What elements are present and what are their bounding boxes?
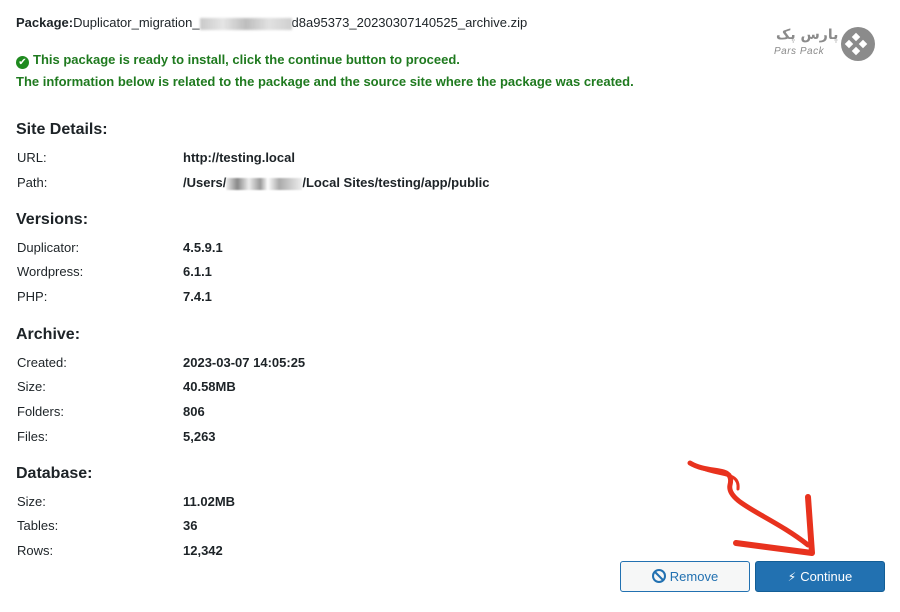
versions-title: Versions: bbox=[16, 211, 89, 228]
redacted-text bbox=[226, 177, 303, 190]
continue-button[interactable]: ⚡ Continue bbox=[755, 561, 885, 592]
remove-button-label: Remove bbox=[669, 569, 719, 584]
path-start: /Users/ bbox=[183, 175, 227, 190]
redacted-text bbox=[199, 17, 292, 30]
url-value: http://testing.local bbox=[183, 150, 295, 165]
ready-message-text: This package is ready to install, click … bbox=[33, 52, 460, 67]
archive-label: Size: bbox=[17, 379, 46, 394]
database-label: Tables: bbox=[17, 518, 59, 533]
package-line: Package:Duplicator_migration_ d8a95373_20… bbox=[16, 15, 527, 30]
archive-value: 2023-03-07 14:05:25 bbox=[183, 355, 306, 370]
path-end: /Local Sites/testing/app/public bbox=[302, 175, 490, 190]
database-value: 36 bbox=[183, 518, 198, 533]
red-arrow-icon bbox=[687, 460, 815, 556]
package-name-end: d8a95373_20230307140525_archive.zip bbox=[291, 15, 528, 30]
archive-label: Files: bbox=[17, 429, 49, 444]
database-label: Size: bbox=[17, 494, 46, 509]
info-message: The information below is related to the … bbox=[16, 74, 634, 89]
logo-text-en: Pars Pack bbox=[774, 46, 825, 57]
archive-value: 5,263 bbox=[183, 429, 216, 444]
archive-value: 806 bbox=[183, 404, 205, 419]
database-value: 11.02MB bbox=[183, 494, 236, 509]
version-value: 6.1.1 bbox=[183, 264, 212, 279]
site-details-title: Site Details: bbox=[16, 121, 108, 138]
logo-mark-icon bbox=[841, 27, 875, 61]
version-label: Duplicator: bbox=[17, 240, 80, 255]
version-value: 7.4.1 bbox=[183, 289, 212, 304]
url-label: URL: bbox=[17, 150, 47, 165]
package-label: Package: bbox=[16, 15, 74, 30]
path-label: Path: bbox=[17, 175, 48, 190]
ban-icon bbox=[651, 569, 666, 583]
database-value: 12,342 bbox=[183, 543, 223, 558]
archive-label: Created: bbox=[17, 355, 67, 370]
bolt-icon: ⚡ bbox=[787, 570, 797, 584]
ready-message: ✔ This package is ready to install, click… bbox=[16, 52, 460, 69]
archive-value: 40.58MB bbox=[183, 379, 236, 394]
archive-label: Folders: bbox=[17, 404, 64, 419]
archive-title: Archive: bbox=[16, 326, 81, 343]
database-title: Database: bbox=[16, 465, 93, 482]
version-label: Wordpress: bbox=[17, 264, 84, 279]
logo-text-fa: پارس پک bbox=[776, 27, 839, 43]
parspack-logo: پارس پک Pars Pack bbox=[770, 24, 882, 66]
check-circle-icon: ✔ bbox=[16, 56, 29, 69]
version-value: 4.5.9.1 bbox=[183, 240, 223, 255]
path-value: /Users/ /Local Sites/testing/app/public bbox=[183, 175, 489, 190]
package-name-start: Duplicator_migration_ bbox=[73, 15, 200, 30]
remove-button[interactable]: Remove bbox=[620, 561, 750, 592]
database-label: Rows: bbox=[17, 543, 54, 558]
continue-button-label: Continue bbox=[800, 569, 853, 584]
version-label: PHP: bbox=[17, 289, 48, 304]
